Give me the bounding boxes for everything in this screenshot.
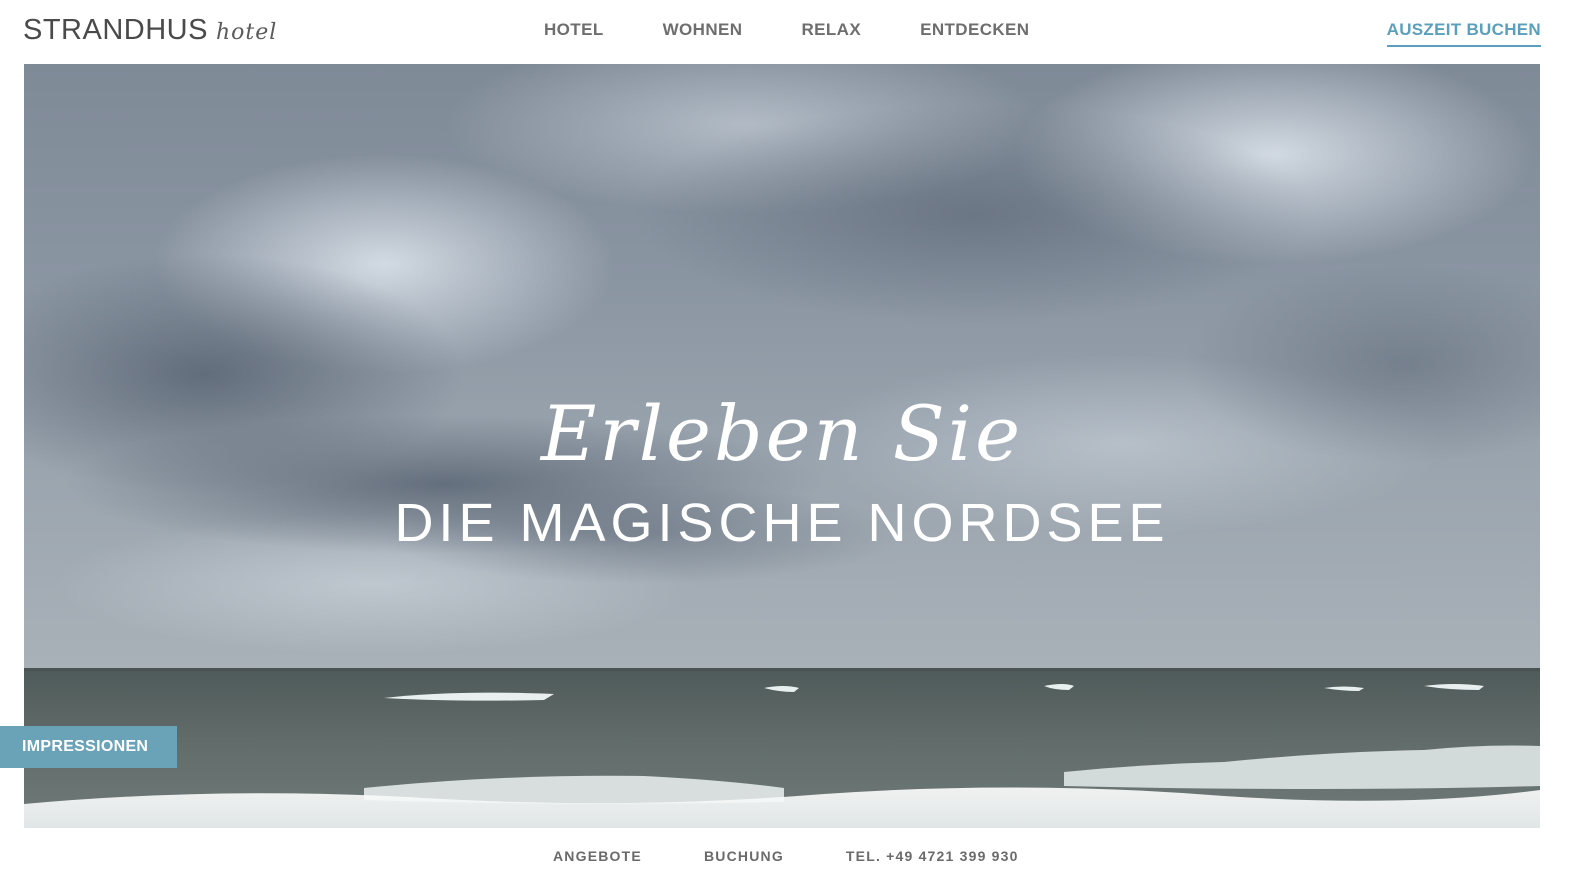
main-nav: HOTEL WOHNEN RELAX ENTDECKEN: [544, 20, 1029, 40]
logo-wordmark: STRANDHUS: [23, 14, 208, 46]
horizon-line: [24, 668, 1540, 671]
nav-item-wohnen[interactable]: WOHNEN: [663, 20, 743, 40]
logo[interactable]: STRANDHUS hotel: [23, 14, 277, 47]
nav-item-hotel[interactable]: HOTEL: [544, 20, 604, 40]
footer-link-phone[interactable]: TEL. +49 4721 399 930: [846, 848, 1019, 864]
site-header: STRANDHUS hotel HOTEL WOHNEN RELAX ENTDE…: [0, 0, 1586, 64]
footer-nav: ANGEBOTE BUCHUNG TEL. +49 4721 399 930: [553, 848, 1019, 864]
impressions-button[interactable]: IMPRESSIONEN: [0, 726, 177, 768]
footer-bar: ANGEBOTE BUCHUNG TEL. +49 4721 399 930: [0, 828, 1586, 890]
footer-link-booking[interactable]: BUCHUNG: [704, 848, 784, 864]
hero: Erleben Sie DIE MAGISCHE NORDSEE: [24, 64, 1540, 828]
page: STRANDHUS hotel HOTEL WOHNEN RELAX ENTDE…: [0, 0, 1586, 890]
footer-link-offers[interactable]: ANGEBOTE: [553, 848, 642, 864]
nav-item-entdecken[interactable]: ENTDECKEN: [920, 20, 1029, 40]
book-stay-button[interactable]: AUSZEIT BUCHEN: [1386, 20, 1541, 47]
nav-item-relax[interactable]: RELAX: [801, 20, 861, 40]
hero-image: [24, 64, 1540, 828]
logo-subtitle: hotel: [215, 20, 278, 45]
